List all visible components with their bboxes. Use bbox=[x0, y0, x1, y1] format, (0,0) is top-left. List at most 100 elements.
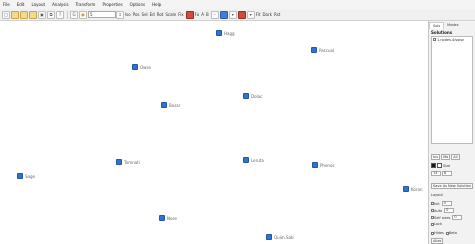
init-label: Init bbox=[434, 201, 440, 206]
ins-button[interactable]: Ins bbox=[431, 154, 441, 160]
tool-label-fit[interactable]: Fit bbox=[256, 12, 261, 17]
menu-help[interactable]: Help bbox=[152, 2, 161, 7]
menu-properties[interactable]: Properties bbox=[102, 2, 122, 7]
spinner-icon[interactable]: ↕ bbox=[116, 10, 124, 19]
toolbar-divider bbox=[67, 10, 68, 19]
tool-label-scale[interactable]: Scale bbox=[165, 12, 176, 17]
minus-icon[interactable]: – bbox=[210, 10, 219, 19]
mo-button[interactable]: Mo bbox=[441, 154, 451, 160]
arrow-icon[interactable]: ▾ bbox=[246, 10, 255, 19]
panel-option-auto: Auto 0 bbox=[431, 208, 455, 213]
node-marker[interactable] bbox=[216, 30, 222, 36]
node-koran[interactable]: Koran bbox=[403, 186, 423, 192]
tool-label-a[interactable]: A bbox=[201, 12, 204, 17]
tool-label-fo[interactable]: Fo bbox=[195, 12, 200, 17]
node-marker[interactable] bbox=[132, 64, 138, 70]
node-pascual[interactable]: Pascual bbox=[311, 47, 334, 53]
hides-label: Hides bbox=[434, 231, 444, 235]
tool-label-pos[interactable]: Pos bbox=[133, 12, 140, 17]
bulb-icon[interactable]: ● bbox=[79, 10, 87, 19]
field-b[interactable]: 8 bbox=[442, 171, 452, 176]
node-label: Nose bbox=[167, 215, 177, 221]
node-sage[interactable]: Sage bbox=[17, 173, 35, 179]
node-label: Pascual bbox=[319, 47, 335, 53]
graph-canvas[interactable]: Hagg Pascual Owse Dolac Bosar Tomnati Le… bbox=[0, 21, 428, 244]
node-marker[interactable] bbox=[312, 162, 318, 168]
copy-icon[interactable]: ⧉ bbox=[47, 10, 55, 19]
menu-analysis[interactable]: Analysis bbox=[52, 2, 68, 7]
solution-checkbox[interactable] bbox=[433, 38, 436, 41]
node-hagg[interactable]: Hagg bbox=[216, 30, 235, 36]
tool-label-dark[interactable]: Dark bbox=[262, 12, 272, 17]
color-icon[interactable] bbox=[185, 10, 194, 19]
tab-modes[interactable]: Modes bbox=[444, 22, 461, 29]
pen-icon[interactable] bbox=[219, 10, 228, 19]
all-button[interactable]: All bbox=[451, 154, 460, 160]
solutions-list[interactable]: 1.nodes.4/solsn bbox=[431, 36, 473, 144]
menu-edit[interactable]: Edit bbox=[17, 2, 25, 7]
open-folder-icon[interactable] bbox=[11, 10, 19, 19]
panel-option-lock: Lock bbox=[431, 222, 444, 226]
field-a[interactable]: 14 bbox=[431, 171, 441, 176]
new-file-icon[interactable]: □ bbox=[2, 10, 10, 19]
node-marker[interactable] bbox=[116, 159, 122, 165]
color-swatch[interactable] bbox=[431, 163, 436, 168]
tool-label-fix[interactable]: Fix bbox=[178, 12, 184, 17]
tool-label-rst[interactable]: Rst bbox=[274, 12, 280, 17]
node-quimsab[interactable]: Quim.Sab bbox=[266, 234, 294, 240]
tool-label-iso[interactable]: Iso bbox=[125, 12, 131, 17]
node-marker[interactable] bbox=[159, 215, 165, 221]
node-bosar[interactable]: Bosar bbox=[161, 102, 180, 108]
color-swatch-light[interactable] bbox=[437, 163, 442, 168]
node-phenos[interactable]: Phenos bbox=[312, 162, 334, 168]
init-value[interactable]: 0 bbox=[441, 201, 452, 206]
beta-label: Beta bbox=[448, 231, 457, 235]
node-label: Leruta bbox=[251, 157, 264, 163]
node-label: Quim.Sab bbox=[274, 234, 294, 240]
node-marker[interactable] bbox=[311, 47, 317, 53]
auto-value[interactable]: 0 bbox=[444, 208, 455, 213]
node-marker[interactable] bbox=[243, 157, 249, 163]
tool-label-ed[interactable]: Ed bbox=[150, 12, 155, 17]
tool-label-rot[interactable]: Rot bbox=[157, 12, 164, 17]
refresh-icon[interactable]: G bbox=[70, 10, 78, 19]
open-recent-icon[interactable] bbox=[20, 10, 28, 19]
panel-footer-tab-row: Alias bbox=[431, 238, 444, 244]
lock-label: Lock bbox=[434, 222, 442, 226]
dropdown-icon[interactable]: ▾ bbox=[228, 10, 237, 19]
node-marker[interactable] bbox=[161, 102, 167, 108]
node-owse[interactable]: Owse bbox=[132, 64, 151, 70]
panel-option-self: Self sizes 0 bbox=[431, 215, 463, 220]
menu-file[interactable]: File bbox=[3, 2, 10, 7]
node-label: Koran bbox=[411, 186, 423, 192]
save-icon[interactable]: ▣ bbox=[38, 10, 46, 19]
node-label: Dolac bbox=[251, 93, 263, 99]
node-label: Owse bbox=[140, 64, 151, 70]
menu-bar: File Edit Layout Analysis Transform Prop… bbox=[0, 0, 475, 9]
node-marker[interactable] bbox=[266, 234, 272, 240]
save-solution-button[interactable]: Save As New Solution bbox=[431, 183, 473, 189]
tool-label-b[interactable]: B bbox=[206, 12, 209, 17]
tab-alias[interactable]: Alias bbox=[431, 238, 444, 244]
menu-transform[interactable]: Transform bbox=[76, 2, 96, 7]
menu-layout[interactable]: Layout bbox=[31, 2, 45, 7]
zoom-input[interactable]: 5 bbox=[88, 11, 116, 18]
node-tomnati[interactable]: Tomnati bbox=[116, 159, 140, 165]
import-icon[interactable] bbox=[29, 10, 37, 19]
list-item[interactable]: 1.nodes.4/solsn bbox=[432, 37, 472, 42]
tab-sols[interactable]: Sols bbox=[429, 22, 445, 29]
fill-icon[interactable] bbox=[237, 10, 246, 19]
node-leruta[interactable]: Leruta bbox=[243, 157, 264, 163]
tool-label-sel[interactable]: Sel bbox=[142, 12, 148, 17]
menu-options[interactable]: Options bbox=[130, 2, 145, 7]
node-marker[interactable] bbox=[403, 186, 409, 192]
help-icon[interactable]: ? bbox=[56, 10, 64, 19]
layout-label: Layout bbox=[431, 193, 443, 197]
node-label: Bosar bbox=[169, 102, 181, 108]
node-marker[interactable] bbox=[17, 173, 23, 179]
node-label: Sage bbox=[25, 173, 35, 179]
node-marker[interactable] bbox=[243, 93, 249, 99]
node-dolac[interactable]: Dolac bbox=[243, 93, 262, 99]
node-nose[interactable]: Nose bbox=[159, 215, 177, 221]
self-sizes-value[interactable]: 0 bbox=[452, 215, 463, 220]
